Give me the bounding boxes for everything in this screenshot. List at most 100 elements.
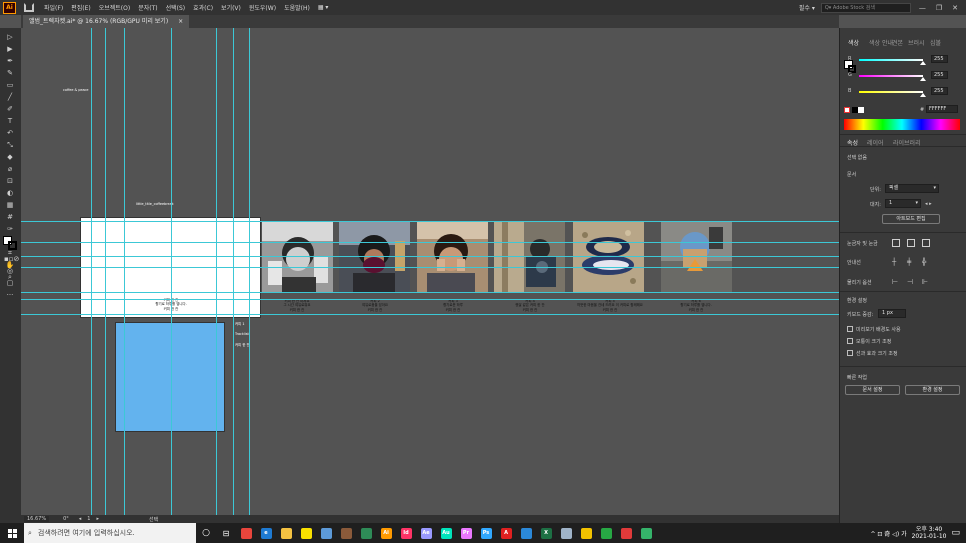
free-transform-tool-icon[interactable]: ⊡	[4, 176, 16, 186]
rectangle-tool-icon[interactable]: ▭	[4, 80, 16, 90]
menu-item[interactable]: 보기(V)	[217, 3, 245, 12]
guide-vertical[interactable]	[233, 28, 234, 515]
taskbar-search[interactable]: ⌕ 검색하려면 여기에 입력하십시오.	[24, 523, 196, 543]
start-button[interactable]	[0, 523, 24, 543]
snap-to-point-icon[interactable]: ⊢	[892, 278, 898, 286]
taskbar-app-photoshop[interactable]: Ps	[476, 523, 496, 543]
shape-builder-tool-icon[interactable]: ◐	[4, 188, 16, 198]
paintbrush-tool-icon[interactable]: ╱	[4, 92, 16, 102]
checkbox-scale-strokes[interactable]	[847, 350, 853, 356]
channel-r-knob[interactable]	[920, 61, 926, 65]
grid-icon[interactable]	[907, 239, 915, 247]
cortana-icon[interactable]: ○	[196, 523, 216, 543]
home-icon[interactable]	[24, 3, 34, 12]
stroke-swatch[interactable]	[8, 241, 17, 250]
snap-to-grid-icon[interactable]: ⊩	[922, 278, 928, 286]
artboard-select[interactable]: 1 ▾	[885, 199, 921, 208]
mesh-tool-icon[interactable]: #	[4, 212, 16, 222]
pen-tool-icon[interactable]: ✒	[4, 56, 16, 66]
guide-horizontal[interactable]	[21, 242, 839, 243]
keyboard-increment-input[interactable]: 1 px	[878, 309, 906, 318]
ruler-icon[interactable]	[892, 239, 900, 247]
type-tool-icon[interactable]: T	[4, 116, 16, 126]
warp-tool-icon[interactable]: ⌀	[4, 164, 16, 174]
menu-item[interactable]: 오브젝트(O)	[95, 3, 135, 12]
eyedropper-tool-icon[interactable]: ✑	[4, 224, 16, 234]
screen-mode-icon[interactable]: ▢	[4, 278, 16, 288]
taskbar-app-files[interactable]	[276, 523, 296, 543]
canvas[interactable]: coffee & peace 커피 한 잔 향기로 하루를 엽니다. 커피 한 …	[21, 28, 839, 515]
taskbar-app-app-green3[interactable]	[636, 523, 656, 543]
taskbar-app-app-red[interactable]	[616, 523, 636, 543]
taskbar-app-chrome[interactable]	[236, 523, 256, 543]
taskbar-app-audition[interactable]: Au	[436, 523, 456, 543]
channel-g-value[interactable]: 255	[931, 71, 948, 79]
menu-item[interactable]: 선택(S)	[162, 3, 190, 12]
channel-g-knob[interactable]	[920, 77, 926, 81]
guide-horizontal[interactable]	[21, 267, 839, 268]
more-tools-icon[interactable]: ···	[4, 290, 16, 300]
close-icon[interactable]: ✕	[952, 4, 958, 12]
next-artboard-icon[interactable]: ▸	[96, 516, 99, 522]
selection-tool-icon[interactable]: ▷	[4, 32, 16, 42]
tab-swatches[interactable]: 견본	[892, 38, 903, 47]
menu-item[interactable]: 도움말(H)	[280, 3, 314, 12]
taskbar-app-after-effects[interactable]: Ae	[416, 523, 436, 543]
channel-b-value[interactable]: 255	[931, 87, 948, 95]
none-swatch[interactable]	[844, 107, 850, 113]
units-select[interactable]: 픽셀 ▾	[885, 184, 939, 193]
perspective-tool-icon[interactable]: ▦	[4, 200, 16, 210]
menu-item[interactable]: 윈도우(W)	[245, 3, 280, 12]
guide-vertical[interactable]	[91, 28, 92, 515]
tray-icons[interactable]: ^ ⊡ 奇 ◁) 가	[870, 529, 906, 538]
taskbar-app-app-blue[interactable]	[516, 523, 536, 543]
artboard-nav-icon[interactable]: ◂ ▸	[925, 201, 932, 207]
guide-vertical[interactable]	[216, 28, 217, 515]
lock-guides-icon[interactable]: ╪	[907, 258, 911, 266]
arrange-documents-icon[interactable]: ▦ ▾	[314, 4, 333, 11]
curvature-tool-icon[interactable]: ✎	[4, 68, 16, 78]
restore-icon[interactable]: ❐	[936, 4, 942, 12]
rotate-tool-icon[interactable]: ↶	[4, 128, 16, 138]
direct-selection-tool-icon[interactable]: ▶	[4, 44, 16, 54]
channel-r-value[interactable]: 255	[931, 55, 948, 63]
menu-item[interactable]: 효과(C)	[189, 3, 217, 12]
menu-item[interactable]: 파일(F)	[40, 3, 67, 12]
tab-color[interactable]: 색상	[848, 38, 859, 47]
hex-input[interactable]: FFFFFF	[926, 105, 958, 113]
taskbar-app-illustrator[interactable]: Ai	[376, 523, 396, 543]
taskbar-app-app-green[interactable]	[356, 523, 376, 543]
menu-item[interactable]: 문자(T)	[134, 3, 161, 12]
tab-color-guide[interactable]: 색상 안내	[869, 38, 893, 47]
guide-horizontal[interactable]	[21, 314, 839, 315]
checkbox-scale-corners[interactable]	[847, 338, 853, 344]
zoom-level[interactable]: 16.67%	[24, 516, 50, 522]
edit-artboards-button[interactable]: 아트보드 편집	[882, 214, 940, 224]
channel-r-slider[interactable]	[859, 59, 923, 61]
taskbar-app-notepad[interactable]	[316, 523, 336, 543]
guide-horizontal[interactable]	[21, 299, 839, 300]
checkbox-preview-bounds[interactable]	[847, 326, 853, 332]
taskbar-app-game[interactable]	[336, 523, 356, 543]
taskbar-app-excel[interactable]: X	[536, 523, 556, 543]
taskbar-app-app-bag[interactable]	[556, 523, 576, 543]
snap-to-pixel-icon[interactable]: ⊣	[907, 278, 913, 286]
taskbar-app-app-green2[interactable]	[596, 523, 616, 543]
channel-g-slider[interactable]	[859, 75, 923, 77]
guide-horizontal[interactable]	[21, 256, 839, 257]
blue-rectangle[interactable]	[115, 322, 225, 432]
scale-tool-icon[interactable]: ⤡	[4, 140, 16, 150]
task-view-icon[interactable]: ⊟	[216, 523, 236, 543]
preferences-button[interactable]: 환경 설정	[905, 385, 960, 395]
show-guides-icon[interactable]: ┼	[892, 258, 896, 266]
document-setup-button[interactable]: 문서 설정	[845, 385, 900, 395]
draw-mode-icon[interactable]: ◎	[4, 266, 16, 276]
channel-b-knob[interactable]	[920, 93, 926, 97]
prev-artboard-icon[interactable]: ◂	[79, 516, 82, 522]
color-spectrum[interactable]	[844, 119, 960, 130]
guide-horizontal[interactable]	[21, 292, 839, 293]
guide-horizontal[interactable]	[21, 221, 839, 222]
document-tab[interactable]: 앨범_트렉자켓.ai* @ 16.67% (RGB/GPU 미리 보기) ×	[23, 15, 190, 28]
artboard-number[interactable]: 1	[87, 516, 90, 522]
status-mode[interactable]: 선택	[149, 516, 158, 523]
